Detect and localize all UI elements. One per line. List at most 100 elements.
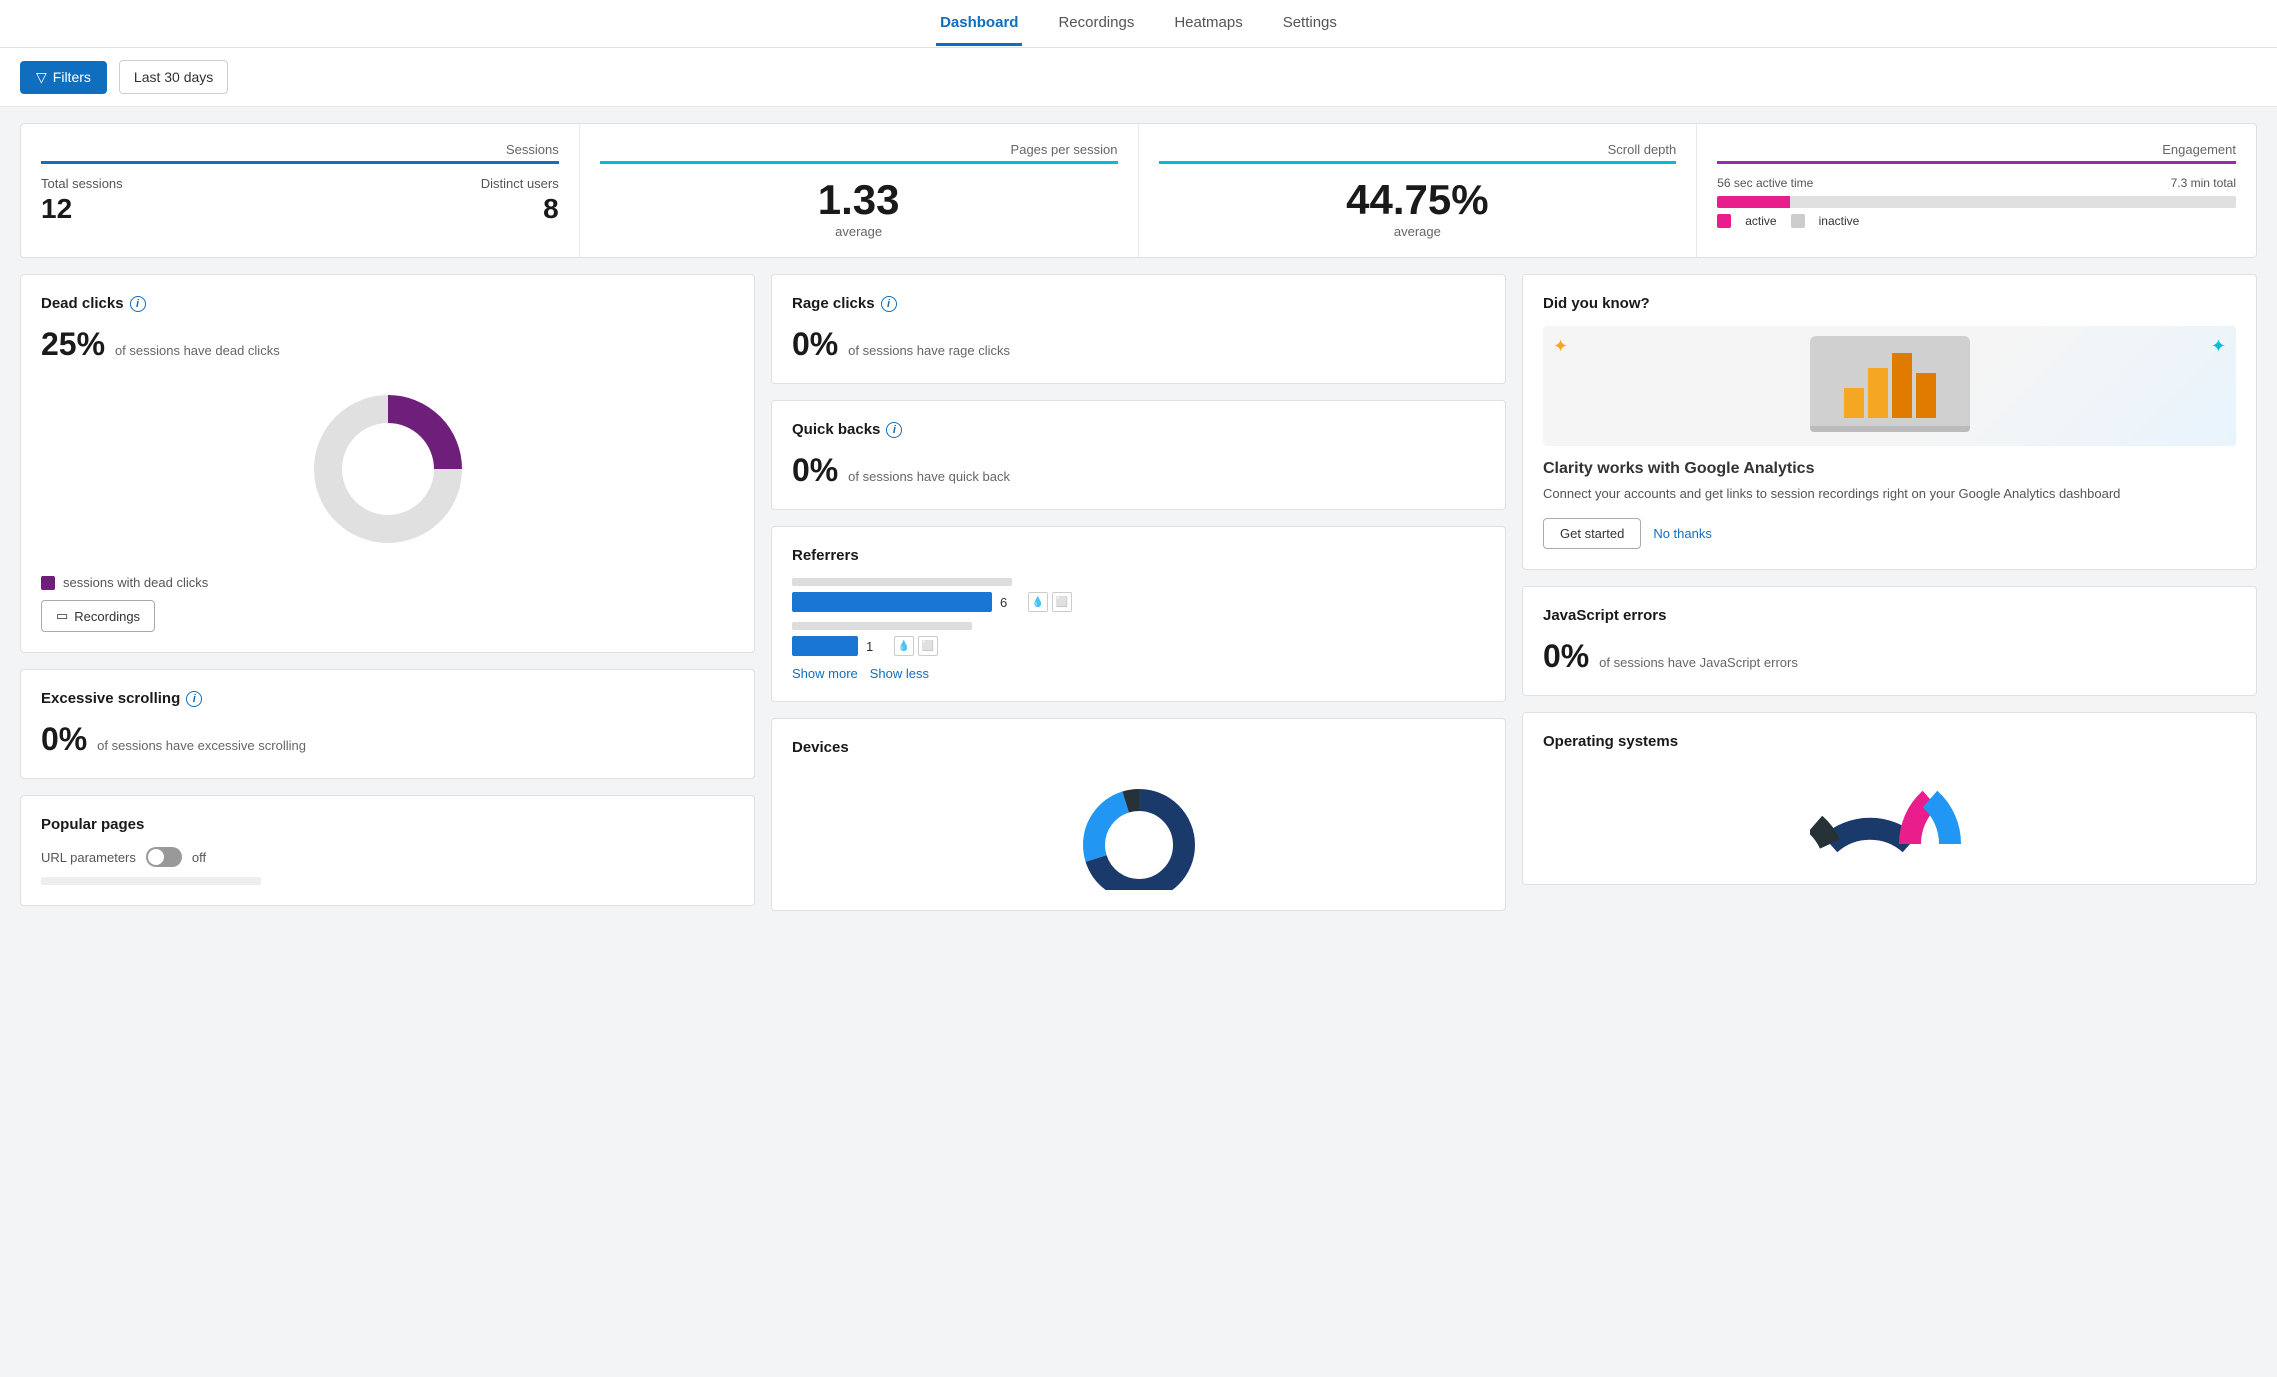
stats-row: Sessions Total sessions Distinct users 1…	[20, 123, 2257, 258]
os-title: Operating systems	[1543, 733, 1678, 750]
left-column: Dead clicks i 25% of sessions have dead …	[20, 274, 755, 911]
referrer-bar-1	[792, 592, 992, 612]
os-donut	[1543, 764, 2236, 864]
bar-1	[1844, 388, 1864, 418]
quick-backs-title: Quick backs	[792, 421, 880, 438]
engagement-bar-fill	[1717, 196, 1790, 208]
inactive-dot	[1791, 214, 1805, 228]
dead-clicks-pct: 25%	[41, 326, 105, 362]
url-params-toggle[interactable]	[146, 847, 182, 867]
devices-title: Devices	[792, 739, 849, 756]
referrer-count-2: 1	[866, 639, 886, 654]
stat-engagement: Engagement 56 sec active time 7.3 min to…	[1697, 124, 2256, 257]
referrer-show-links: Show more Show less	[792, 666, 1485, 681]
nav-tab-settings[interactable]: Settings	[1279, 2, 1341, 46]
pages-per-session-avg: average	[600, 224, 1118, 239]
get-started-button[interactable]: Get started	[1543, 518, 1641, 549]
quick-backs-pct: 0%	[792, 452, 838, 488]
donut-svg	[298, 379, 478, 559]
mid-column: Rage clicks i 0% of sessions have rage c…	[771, 274, 1506, 911]
dyk-card-desc: Connect your accounts and get links to s…	[1543, 484, 2236, 504]
laptop-graphic	[1810, 336, 1970, 436]
referrer-sessions-icon-1[interactable]: 💧	[1028, 592, 1048, 612]
rage-clicks-card: Rage clicks i 0% of sessions have rage c…	[771, 274, 1506, 384]
js-errors-card: JavaScript errors 0% of sessions have Ja…	[1522, 586, 2257, 696]
pages-per-session-label: Pages per session	[600, 142, 1118, 157]
referrer-url-1	[792, 578, 1012, 586]
recordings-button[interactable]: ▭ Recordings	[41, 600, 155, 632]
stat-scroll-depth: Scroll depth 44.75% average	[1139, 124, 1698, 257]
devices-card: Devices	[771, 718, 1506, 911]
laptop-screen	[1810, 336, 1970, 426]
no-thanks-button[interactable]: No thanks	[1653, 526, 1712, 541]
pages-per-session-value: 1.33	[600, 176, 1118, 224]
active-dot	[1717, 214, 1731, 228]
bar-4	[1916, 373, 1936, 418]
excessive-scrolling-info-icon[interactable]: i	[186, 691, 202, 707]
dead-clicks-info-icon[interactable]: i	[130, 296, 146, 312]
inactive-label: inactive	[1819, 214, 1860, 228]
js-errors-desc: of sessions have JavaScript errors	[1599, 655, 1798, 670]
show-less-link[interactable]: Show less	[870, 666, 929, 681]
sessions-border	[41, 161, 559, 164]
distinct-users-value: 8	[543, 193, 559, 225]
period-button[interactable]: Last 30 days	[119, 60, 228, 94]
dead-clicks-legend-label: sessions with dead clicks	[63, 575, 208, 590]
show-more-link[interactable]: Show more	[792, 666, 858, 681]
url-params-state: off	[192, 850, 206, 865]
js-errors-title: JavaScript errors	[1543, 607, 1666, 624]
referrer-bar-2	[792, 636, 858, 656]
referrer-bar-row-2: 1 💧 ⬜	[792, 636, 1485, 656]
stat-sessions: Sessions Total sessions Distinct users 1…	[21, 124, 580, 257]
sparkle-icon-left: ✦	[1553, 336, 1568, 357]
nav-tab-heatmaps[interactable]: Heatmaps	[1170, 2, 1246, 46]
url-placeholder	[41, 877, 261, 885]
toolbar: ▽ Filters Last 30 days	[0, 48, 2277, 107]
scroll-depth-label: Scroll depth	[1159, 142, 1677, 157]
toggle-knob	[148, 849, 164, 865]
dead-clicks-desc: of sessions have dead clicks	[115, 343, 280, 358]
url-params-row: URL parameters off	[41, 847, 734, 867]
referrer-recordings-icon-2[interactable]: ⬜	[918, 636, 938, 656]
devices-donut	[792, 770, 1485, 890]
engagement-border	[1717, 161, 2236, 164]
referrers-card: Referrers 6 💧 ⬜ 1	[771, 526, 1506, 702]
referrers-title: Referrers	[792, 547, 859, 564]
nav-tab-recordings[interactable]: Recordings	[1054, 2, 1138, 46]
did-you-know-card: Did you know? ✦ ✦	[1522, 274, 2257, 570]
referrer-bar-row-1: 6 💧 ⬜	[792, 592, 1485, 612]
js-errors-pct: 0%	[1543, 638, 1589, 674]
quick-backs-desc: of sessions have quick back	[848, 469, 1010, 484]
quick-backs-info-icon[interactable]: i	[886, 422, 902, 438]
right-column: Did you know? ✦ ✦	[1522, 274, 2257, 911]
referrer-sessions-icon-2[interactable]: 💧	[894, 636, 914, 656]
sessions-label: Sessions	[41, 142, 559, 157]
referrer-item-1: 6 💧 ⬜	[792, 578, 1485, 612]
chart-bars	[1844, 358, 1936, 418]
rage-clicks-title: Rage clicks	[792, 295, 875, 312]
nav-tab-dashboard[interactable]: Dashboard	[936, 2, 1022, 46]
active-label: active	[1745, 214, 1776, 228]
dyk-actions: Get started No thanks	[1543, 518, 2236, 549]
popular-pages-card: Popular pages URL parameters off	[20, 795, 755, 906]
dead-clicks-legend-sq	[41, 576, 55, 590]
did-you-know-image: ✦ ✦	[1543, 326, 2236, 446]
referrer-url-2	[792, 622, 972, 630]
os-card: Operating systems	[1522, 712, 2257, 885]
total-time-label: 7.3 min total	[2171, 176, 2236, 190]
rage-clicks-info-icon[interactable]: i	[881, 296, 897, 312]
dead-clicks-title: Dead clicks	[41, 295, 124, 312]
filter-icon: ▽	[36, 69, 47, 86]
recordings-label: Recordings	[74, 609, 140, 624]
engagement-label: Engagement	[1717, 142, 2236, 157]
pages-border	[600, 161, 1118, 164]
referrer-recordings-icon-1[interactable]: ⬜	[1052, 592, 1072, 612]
filter-button[interactable]: ▽ Filters	[20, 61, 107, 94]
referrer-count-1: 6	[1000, 595, 1020, 610]
dyk-card-title: Clarity works with Google Analytics	[1543, 460, 2236, 478]
total-sessions-value: 12	[41, 193, 72, 225]
excessive-scrolling-pct: 0%	[41, 721, 87, 757]
recordings-icon: ▭	[56, 608, 68, 624]
excessive-scrolling-title: Excessive scrolling	[41, 690, 180, 707]
distinct-users-label: Distinct users	[481, 176, 559, 191]
